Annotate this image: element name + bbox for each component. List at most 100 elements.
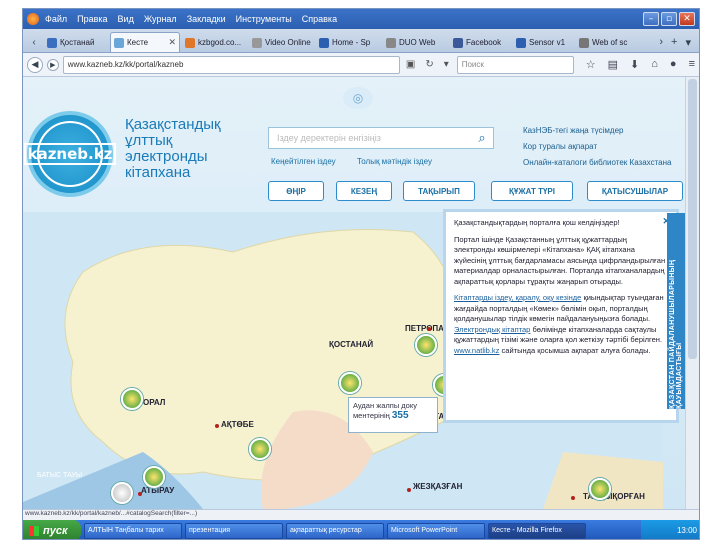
city-aktobe[interactable]: АҚТӨБЕ [221, 420, 254, 429]
browser-search-input[interactable]: Поиск [456, 55, 574, 74]
search-icon[interactable]: ⌕ [471, 131, 493, 146]
menu-file[interactable]: Файл [45, 14, 67, 24]
logo-text: kazneb.kz [23, 143, 117, 165]
firefox-icon [27, 13, 39, 25]
city-marker-icon [138, 492, 142, 496]
fulltext-search-link[interactable]: Толық мәтіндік іздеу [357, 157, 432, 166]
city-oral[interactable]: ОРАЛ [143, 398, 165, 407]
favicon-icon [114, 37, 124, 48]
popup-heading: Қазақстандықтардың порталға қош келдіңіз… [454, 218, 620, 227]
top-badge-icon: ◎ [343, 87, 373, 109]
menu-view[interactable]: Вид [118, 14, 134, 24]
favicon-icon [185, 37, 195, 48]
map-pin-icon[interactable] [111, 482, 133, 504]
addon-icon[interactable]: ● [670, 58, 677, 71]
new-tab-icon[interactable]: + [671, 36, 677, 48]
page-scrollbar[interactable] [685, 77, 699, 509]
tab-1[interactable]: Қостанай [43, 32, 109, 52]
tab-3[interactable]: kzbgod.co... [181, 32, 247, 52]
back-icon[interactable]: ◀ [27, 56, 43, 73]
new-arrivals-link[interactable]: КазНЭБ-тегі жаңа түсімдер [523, 123, 671, 139]
city-kostanay[interactable]: ҚОСТАНАЙ [329, 340, 373, 349]
tab-close-icon[interactable]: ✕ [168, 37, 176, 48]
about-fund-link[interactable]: Кор туралы ақпарат [523, 139, 671, 155]
city-marker-icon [571, 496, 575, 500]
taskbar-item-active[interactable]: Кесте - Mozilla Firefox [488, 522, 586, 539]
city-zhezkazgan[interactable]: ЖЕЗҚАЗҒАН [413, 482, 462, 491]
address-bar[interactable]: www.kazneb.kz/kk/portal/kazneb [62, 55, 400, 74]
menu-help[interactable]: Справка [302, 14, 337, 24]
tab-6[interactable]: DUO Web [382, 32, 448, 52]
windows-taskbar: пуск АЛТЫН Таңбалы тарих презентация ақп… [23, 520, 699, 539]
site-title: Қазақстандық ұлттық электронды кітапхана [125, 116, 221, 181]
tab-list-icon[interactable]: ▾ [685, 36, 691, 49]
popup-natlib-link[interactable]: www.natlib.kz [454, 346, 499, 355]
menu-tools[interactable]: Инструменты [236, 14, 292, 24]
tab-7[interactable]: Facebook [449, 32, 511, 52]
menu-bookmarks[interactable]: Закладки [187, 14, 226, 24]
document-counter: Аудан жалпы доку ментерінің 355 [348, 397, 438, 433]
map-pin-icon[interactable] [339, 372, 361, 394]
bookmarks-icon[interactable]: ▤ [608, 58, 618, 71]
tab-9[interactable]: Web of sc [575, 32, 635, 52]
city-marker-icon [407, 488, 411, 492]
scrollbar-thumb[interactable] [688, 79, 697, 359]
reader-icon[interactable]: ▣ [406, 59, 415, 70]
map-pin-icon[interactable] [415, 334, 437, 356]
document-type-button[interactable]: ҚҰЖАТ ТҮРІ [491, 181, 573, 201]
region-label: БАТЫС ТАУЫ [37, 472, 83, 479]
tab-8[interactable]: Sensor v1 [512, 32, 574, 52]
dropdown-icon[interactable]: ▾ [444, 59, 449, 70]
tab-4[interactable]: Video Online E [248, 32, 314, 52]
favicon-icon [319, 37, 329, 48]
filter-buttons: ӨҢІР КЕЗЕҢ ТАҚЫРЫП ҚҰЖАТ ТҮРІ ҚАТЫСУШЫЛА… [268, 181, 683, 201]
online-catalogs-link[interactable]: Онлайн-каталоги библиотек Казахстана [523, 155, 671, 171]
windows-logo-icon [29, 525, 39, 536]
reload-icon[interactable]: ↻ [425, 59, 433, 70]
system-tray: 13:00 [641, 520, 699, 539]
taskbar-item[interactable]: ақпараттық ресурстар [286, 522, 384, 539]
region-button[interactable]: ӨҢІР [268, 181, 324, 201]
popup-help-link[interactable]: Кітаптарды іздеу, қаралу, оқу кезінде [454, 293, 581, 302]
maximize-button[interactable]: ▫ [661, 12, 677, 26]
period-button[interactable]: КЕЗЕҢ [336, 181, 392, 201]
tab-scroll-right-icon[interactable]: › [659, 36, 663, 48]
close-button[interactable]: ✕ [679, 12, 695, 26]
topic-button[interactable]: ТАҚЫРЫП [403, 181, 475, 201]
favicon-icon [453, 37, 463, 48]
taskbar-item[interactable]: презентация [185, 522, 283, 539]
taskbar-item[interactable]: Microsoft PowerPoint [387, 522, 485, 539]
favicon-icon [252, 37, 262, 48]
favicon-icon [516, 37, 526, 48]
download-icon[interactable]: ⬇ [630, 58, 639, 71]
site-search-input[interactable]: Іздеу деректерін енгізіңіз ⌕ [268, 127, 494, 149]
minimize-button[interactable]: – [643, 12, 659, 26]
home-icon[interactable]: ⌂ [651, 58, 658, 71]
menu-edit[interactable]: Правка [77, 14, 107, 24]
city-marker-icon [427, 327, 431, 331]
tab-5[interactable]: Home - Sp [315, 32, 381, 52]
menu-history[interactable]: Журнал [144, 14, 177, 24]
bookmark-star-icon[interactable]: ☆ [586, 58, 596, 71]
participants-button[interactable]: ҚАТЫСУШЫЛАР [587, 181, 683, 201]
taskbar-item[interactable]: АЛТЫН Таңбалы тарих [84, 522, 182, 539]
menu-hamburger-icon[interactable]: ≡ [689, 58, 695, 71]
map-pin-icon[interactable] [249, 438, 271, 460]
menu-bar: Файл Правка Вид Журнал Закладки Инструме… [23, 9, 699, 29]
tab-strip: ‹ Қостанай Кесте ✕ kzbgod.co... Video Onl… [23, 29, 699, 53]
navigation-bar: ◀ ▶ www.kazneb.kz/kk/portal/kazneb ▣ ↻ ▾… [23, 53, 699, 77]
browser-window: Файл Правка Вид Журнал Закладки Инструме… [22, 8, 700, 540]
side-tab-association[interactable]: ҚАЗАҚСТАН ПАЙДАЛАНУШЫЛАРЫНЫҢ ҚАУЫМДАСТЫҒ… [667, 213, 685, 409]
start-button[interactable]: пуск [23, 520, 81, 539]
page-content: ◎ kazneb.kz Қазақстандық ұлттық электрон… [23, 77, 687, 509]
popup-ebooks-link[interactable]: Электрондық кітаптар [454, 325, 530, 334]
advanced-search-link[interactable]: Кеңейтілген іздеу [271, 157, 336, 166]
map-pin-icon[interactable] [121, 388, 143, 410]
tab-2-active[interactable]: Кесте ✕ [110, 32, 180, 52]
site-logo[interactable]: kazneb.kz [23, 111, 117, 197]
tab-scroll-left-icon[interactable]: ‹ [25, 32, 43, 52]
forward-icon[interactable]: ▶ [46, 58, 59, 71]
favicon-icon [579, 37, 589, 48]
map-pin-icon[interactable] [143, 466, 165, 488]
map-pin-icon[interactable] [589, 478, 611, 500]
